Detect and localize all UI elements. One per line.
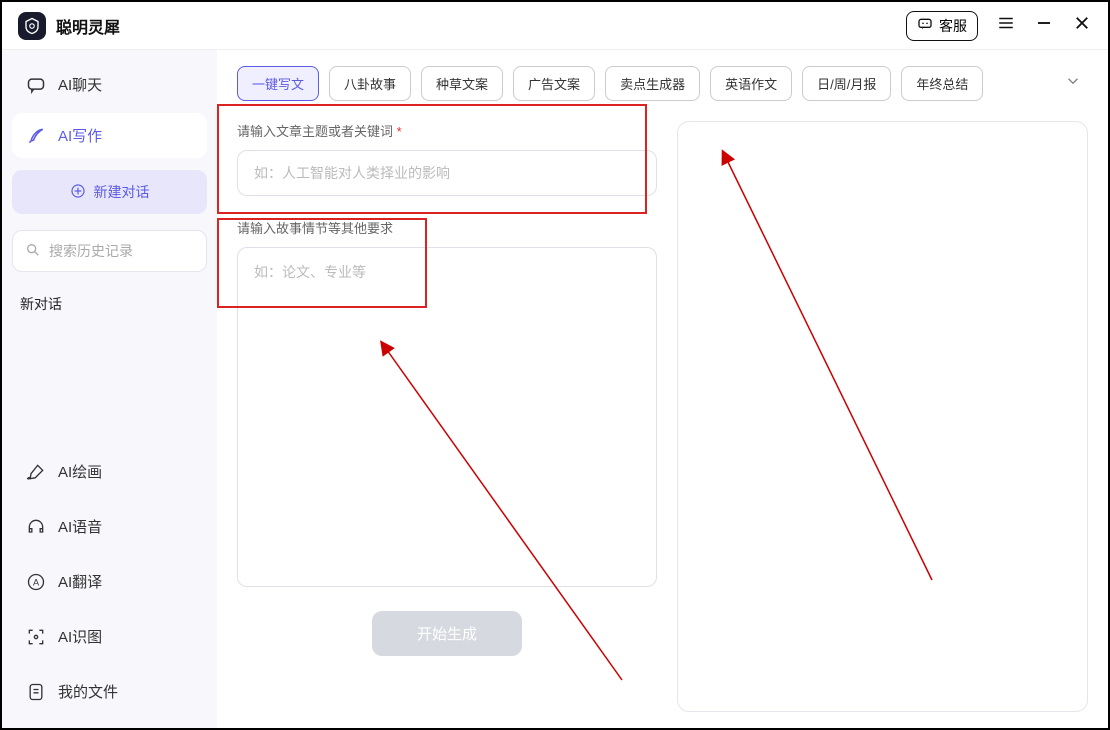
sidebar-item-ai-translate[interactable]: A AI翻译 xyxy=(12,557,207,606)
svg-text:A: A xyxy=(33,577,40,587)
titlebar: 聪明灵犀 客服 xyxy=(2,2,1108,50)
minimize-button[interactable] xyxy=(1034,14,1054,38)
detail-field-label: 请输入故事情节等其他要求 xyxy=(237,218,657,237)
support-button[interactable]: 客服 xyxy=(906,11,978,41)
tab-ad-copy[interactable]: 广告文案 xyxy=(513,66,595,101)
sidebar-item-label: AI翻译 xyxy=(58,571,102,592)
detail-textarea[interactable] xyxy=(237,247,657,587)
sidebar-item-ai-drawing[interactable]: AI绘画 xyxy=(12,447,207,496)
generate-button[interactable]: 开始生成 xyxy=(372,611,522,656)
new-chat-button[interactable]: 新建对话 xyxy=(12,170,207,214)
sidebar-item-ai-image-recognition[interactable]: AI识图 xyxy=(12,612,207,661)
tab-year-summary[interactable]: 年终总结 xyxy=(901,66,983,101)
support-label: 客服 xyxy=(939,16,967,36)
search-history-input[interactable]: 搜索历史记录 xyxy=(12,230,207,272)
image-scan-icon xyxy=(26,627,46,647)
chevron-down-icon xyxy=(1064,77,1082,94)
app-logo-icon xyxy=(18,12,46,40)
topic-input[interactable] xyxy=(237,150,657,196)
required-asterisk: * xyxy=(397,124,402,139)
tab-seeding-copy[interactable]: 种草文案 xyxy=(421,66,503,101)
expand-tabs-toggle[interactable] xyxy=(1058,66,1088,101)
close-button[interactable] xyxy=(1072,14,1092,38)
new-chat-label: 新建对话 xyxy=(94,182,150,202)
sidebar-item-label: AI写作 xyxy=(58,125,102,146)
tab-reports[interactable]: 日/周/月报 xyxy=(802,66,891,101)
search-placeholder: 搜索历史记录 xyxy=(49,241,133,261)
feather-icon xyxy=(26,126,46,146)
history-section-label[interactable]: 新对话 xyxy=(12,278,207,322)
chat-icon xyxy=(26,75,46,95)
sidebar-item-ai-voice[interactable]: AI语音 xyxy=(12,502,207,551)
titlebar-right: 客服 xyxy=(906,11,1092,41)
chat-bubble-icon xyxy=(917,16,933,35)
plus-circle-icon xyxy=(70,183,86,202)
output-panel xyxy=(677,121,1088,712)
search-icon xyxy=(25,242,41,261)
sidebar: AI聊天 AI写作 新建对话 搜索历史记录 新对话 AI绘画 AI语音 A AI… xyxy=(2,50,217,728)
sidebar-item-label: 我的文件 xyxy=(58,681,118,702)
hamburger-menu-icon[interactable] xyxy=(996,14,1016,38)
translate-icon: A xyxy=(26,572,46,592)
sidebar-item-my-files[interactable]: 我的文件 xyxy=(12,667,207,716)
sidebar-item-label: AI语音 xyxy=(58,516,102,537)
main-content: 一键写文 八卦故事 种草文案 广告文案 卖点生成器 英语作文 日/周/月报 年终… xyxy=(217,50,1108,728)
topic-label-text: 请输入文章主题或者关键词 xyxy=(237,124,393,139)
sidebar-item-label: AI聊天 xyxy=(58,74,102,95)
brush-icon xyxy=(26,462,46,482)
titlebar-left: 聪明灵犀 xyxy=(18,12,120,40)
sidebar-item-label: AI识图 xyxy=(58,626,102,647)
tab-gossip-story[interactable]: 八卦故事 xyxy=(329,66,411,101)
app-title: 聪明灵犀 xyxy=(56,14,120,38)
topic-field-label: 请输入文章主题或者关键词 * xyxy=(237,121,657,140)
input-form: 请输入文章主题或者关键词 * 请输入故事情节等其他要求 开始生成 xyxy=(237,121,657,712)
writing-tabs: 一键写文 八卦故事 种草文案 广告文案 卖点生成器 英语作文 日/周/月报 年终… xyxy=(237,66,1088,101)
file-icon xyxy=(26,682,46,702)
sidebar-item-ai-writing[interactable]: AI写作 xyxy=(12,113,207,158)
tab-english-essay[interactable]: 英语作文 xyxy=(710,66,792,101)
headphones-icon xyxy=(26,517,46,537)
sidebar-item-label: AI绘画 xyxy=(58,461,102,482)
tab-quick-write[interactable]: 一键写文 xyxy=(237,66,319,101)
sidebar-item-ai-chat[interactable]: AI聊天 xyxy=(12,62,207,107)
tab-selling-points[interactable]: 卖点生成器 xyxy=(605,66,700,101)
